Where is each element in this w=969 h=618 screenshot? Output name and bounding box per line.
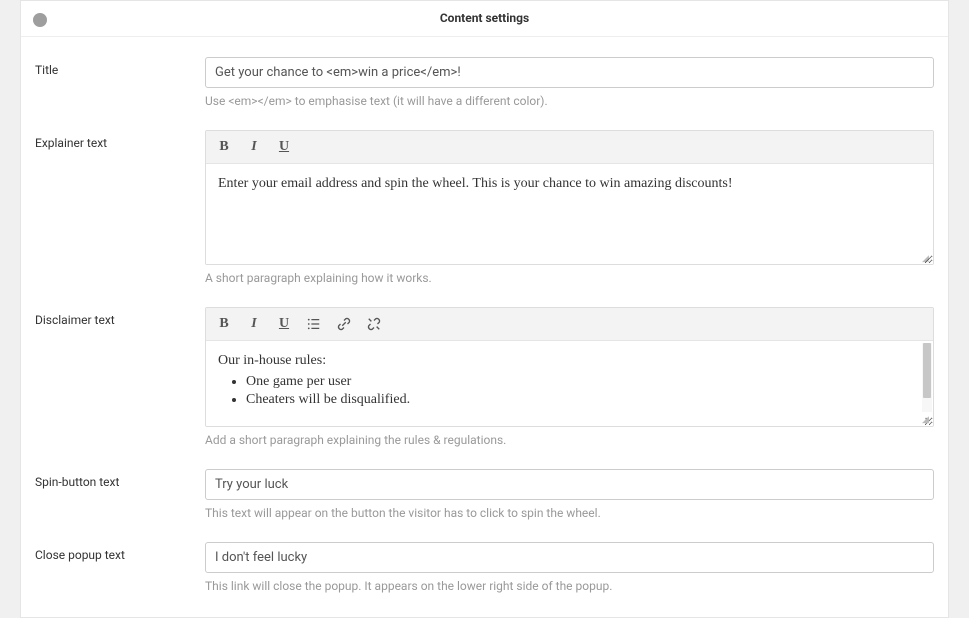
panel-title: Content settings (440, 11, 529, 25)
disclaimer-toolbar: B I U (206, 308, 933, 341)
scroll-down-icon[interactable]: ▾ (922, 414, 932, 424)
bold-button[interactable]: B (214, 137, 234, 157)
list-item: Cheaters will be disqualified. (246, 391, 921, 409)
label-spin-button: Spin-button text (35, 469, 205, 489)
row-spin-button: Spin-button text This text will appear o… (35, 469, 934, 520)
hint-close-popup: This link will close the popup. It appea… (205, 579, 934, 593)
underline-button[interactable]: U (274, 314, 294, 334)
form-body: Title Use <em></em> to emphasise text (i… (21, 37, 948, 617)
explainer-text: Enter your email address and spin the wh… (218, 176, 733, 191)
explainer-editor: B I U Enter your email address and spin … (205, 130, 934, 265)
list-icon (307, 317, 321, 331)
resize-grip-icon: ◢ (922, 253, 932, 263)
disclaimer-editor: B I U (205, 307, 934, 427)
explainer-toolbar: B I U (206, 131, 933, 164)
row-close-popup: Close popup text This link will close th… (35, 542, 934, 593)
bold-button[interactable]: B (214, 314, 234, 334)
disclaimer-list: One game per user Cheaters will be disqu… (246, 373, 921, 409)
hint-title: Use <em></em> to emphasise text (it will… (205, 94, 934, 108)
content-settings-panel: Content settings Title Use <em></em> to … (20, 0, 949, 618)
scrollbar-thumb[interactable] (923, 343, 931, 398)
underline-button[interactable]: U (274, 137, 294, 157)
hint-explainer: A short paragraph explaining how it work… (205, 271, 934, 285)
italic-button[interactable]: I (244, 314, 264, 334)
disclaimer-content[interactable]: Our in-house rules: One game per user Ch… (206, 341, 933, 426)
link-icon (337, 317, 351, 331)
spin-button-input[interactable] (205, 469, 934, 500)
italic-button[interactable]: I (244, 137, 264, 157)
label-title: Title (35, 57, 205, 77)
disclaimer-intro: Our in-house rules: (218, 353, 921, 369)
unlink-icon (367, 317, 381, 331)
scrollbar[interactable]: ▾ (922, 343, 932, 412)
collapse-toggle-icon[interactable] (33, 13, 47, 27)
label-close-popup: Close popup text (35, 542, 205, 562)
row-disclaimer: Disclaimer text B I U (35, 307, 934, 447)
list-button[interactable] (304, 314, 324, 334)
label-explainer: Explainer text (35, 130, 205, 150)
unlink-button[interactable] (364, 314, 384, 334)
explainer-content[interactable]: Enter your email address and spin the wh… (206, 164, 933, 264)
row-explainer: Explainer text B I U Enter your email ad… (35, 130, 934, 285)
row-title: Title Use <em></em> to emphasise text (i… (35, 57, 934, 108)
link-button[interactable] (334, 314, 354, 334)
label-disclaimer: Disclaimer text (35, 307, 205, 327)
title-input[interactable] (205, 57, 934, 88)
list-item: One game per user (246, 373, 921, 391)
hint-disclaimer: Add a short paragraph explaining the rul… (205, 433, 934, 447)
panel-header: Content settings (21, 1, 948, 37)
close-popup-input[interactable] (205, 542, 934, 573)
